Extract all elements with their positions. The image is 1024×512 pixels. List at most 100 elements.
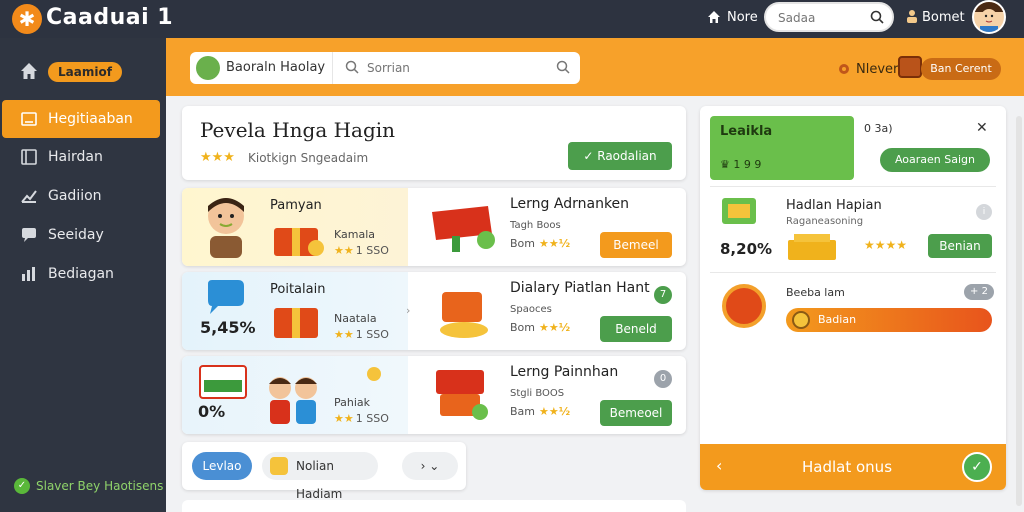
chevron-left-icon[interactable]: ‹ bbox=[716, 456, 722, 475]
user-menu-label[interactable]: Bomet bbox=[922, 10, 965, 25]
panel-item-progress[interactable]: Badian bbox=[786, 308, 992, 332]
search-submit-icon[interactable] bbox=[556, 60, 570, 74]
card-right-title: Lerng Painnhan bbox=[510, 364, 619, 380]
coin-icon bbox=[792, 311, 810, 329]
home-link[interactable]: Nore bbox=[727, 10, 758, 25]
sale-sign-icon bbox=[432, 206, 495, 252]
top-search-input[interactable] bbox=[778, 10, 868, 26]
avatar[interactable] bbox=[972, 0, 1006, 34]
card-left-title: Pamyan bbox=[270, 198, 322, 213]
check-icon[interactable]: ✓ bbox=[962, 452, 992, 482]
card-action-button[interactable]: Bemeel bbox=[600, 232, 672, 258]
panel-cta-button[interactable]: Aoaraen Saign bbox=[880, 148, 990, 172]
panel-footer-label: Hadlat onus bbox=[802, 458, 893, 476]
pager-first-button[interactable]: Levlao bbox=[192, 452, 252, 480]
card-right-title: Dialary Piatlan Hant bbox=[510, 280, 650, 296]
main-search-box[interactable] bbox=[332, 52, 580, 84]
pager-next-label: › bbox=[420, 459, 426, 473]
card-left-percent: 0% bbox=[198, 402, 226, 421]
hero-rating-stars: ★★★ bbox=[200, 150, 235, 165]
main-search-input[interactable] bbox=[367, 60, 537, 76]
chevron-down-icon: ⌄ bbox=[429, 459, 440, 473]
pager-middle-label: Nolian Hadiam bbox=[296, 459, 343, 501]
gold-bars-icon bbox=[788, 234, 836, 260]
pager-middle-button[interactable]: Nolian Hadiam bbox=[262, 452, 378, 501]
bars-icon bbox=[19, 264, 39, 284]
sidebar-item-label: Gadiion bbox=[48, 188, 102, 204]
count-badge: 7 bbox=[654, 286, 672, 304]
top-search-box[interactable] bbox=[764, 2, 894, 32]
panel-item-button[interactable]: Benian bbox=[928, 234, 992, 258]
card-left-subtitle: Pahiak bbox=[334, 396, 371, 409]
book-icon bbox=[19, 147, 39, 167]
scrollbar[interactable] bbox=[1016, 116, 1022, 506]
next-card-peek bbox=[182, 500, 686, 512]
crown-icon: ♛ bbox=[720, 158, 734, 171]
sidebar-item-gadiion[interactable]: Gadiion bbox=[0, 177, 166, 215]
ticket-icon bbox=[722, 198, 756, 224]
user-icon bbox=[907, 10, 917, 23]
top-bar: ✱ Caaduai 1 Nore Bomet bbox=[0, 0, 1024, 38]
app-logo-icon[interactable]: ✱ bbox=[12, 4, 42, 34]
stars: ★★ bbox=[334, 328, 354, 341]
hero-action-label: Raodalian bbox=[597, 149, 657, 163]
hero-action-button[interactable]: ✓ Raodalian bbox=[568, 142, 672, 170]
offer-card[interactable]: 0% Pahiak ★★ 1 SSO Lerng Painnhan Stgli B… bbox=[182, 356, 686, 434]
card-right-rating: Bom ★★½ bbox=[510, 321, 570, 334]
card-left-code: 1 SSO bbox=[355, 412, 389, 425]
pagination: Levlao Nolian Hadiam › ⌄ bbox=[182, 442, 466, 501]
card-action-button[interactable]: Bemeoel bbox=[600, 400, 672, 426]
chat-icon bbox=[19, 225, 39, 245]
sidebar-item-bediagan[interactable]: Bediagan bbox=[0, 255, 166, 293]
chart-icon bbox=[19, 186, 39, 206]
check-icon: ✓ bbox=[583, 149, 598, 163]
panel-item-percent: 8,20% bbox=[720, 240, 773, 258]
search-icon[interactable] bbox=[870, 10, 884, 24]
panel-item-rating: ★★★★ bbox=[864, 238, 908, 252]
divider bbox=[710, 272, 996, 273]
gear-icon bbox=[839, 64, 849, 74]
profile-selector[interactable]: Baoraln Haolay bbox=[190, 52, 334, 84]
card-action-button[interactable]: Beneld bbox=[600, 316, 672, 342]
profile-selector-label: Baoraln Haolay bbox=[226, 60, 326, 75]
card-right-rating: Bom ★★½ bbox=[510, 237, 570, 250]
kids-icon bbox=[269, 377, 317, 424]
never-link[interactable]: Nlever bbox=[856, 62, 898, 77]
sun-icon bbox=[367, 367, 381, 381]
ban-cerent-button[interactable]: Ban Cerent bbox=[921, 58, 1001, 80]
card-right-subtitle: Spaoces bbox=[510, 304, 552, 315]
panel-header-values: 1 9 9 bbox=[733, 158, 762, 171]
edit-icon bbox=[19, 109, 39, 129]
card-left-code: 1 SSO bbox=[355, 328, 389, 341]
offer-card[interactable]: 5,45% Poitalain Naatala ★★ 1 SSO › Dialar… bbox=[182, 272, 686, 350]
card-right-subtitle: Stgli BOOS bbox=[510, 388, 565, 399]
panel-footer: ‹ Hadlat onus ✓ bbox=[700, 444, 1006, 490]
gift-box-icon bbox=[274, 308, 318, 338]
panel-item-subtitle: Raganeasoning bbox=[786, 216, 864, 227]
panel-meta: 0 3a) bbox=[864, 122, 893, 135]
sidebar-item-hairdan[interactable]: Hairdan bbox=[0, 138, 166, 176]
offer-card[interactable]: Pamyan Kamala ★★ 1 SSO Lerng Adrnanken Ta… bbox=[182, 188, 686, 266]
right-panel: Leaikla ♛ 1 9 9 0 3a) ✕ Aoaraen Saign Ha… bbox=[700, 106, 1006, 490]
page-title: Pevela Hnga Hagin bbox=[200, 118, 396, 142]
pager-next-button[interactable]: › ⌄ bbox=[402, 452, 458, 480]
sidebar-pill[interactable]: Laamiof bbox=[48, 62, 122, 82]
stars: ★★½ bbox=[539, 405, 571, 418]
card-right-prefix: Bom bbox=[510, 237, 535, 250]
panel-item-title: Beeba lam bbox=[786, 286, 845, 299]
close-icon[interactable]: ✕ bbox=[976, 120, 988, 136]
chevron-right-icon[interactable]: › bbox=[406, 304, 410, 317]
hero-card: Pevela Hnga Hagin ★★★ Kiotkign Sngeadaim… bbox=[182, 106, 686, 180]
treasure-icon bbox=[440, 292, 488, 338]
sidebar-footer-link[interactable]: ✓ Slaver Bey Haotisens bbox=[14, 478, 163, 494]
info-icon[interactable]: i bbox=[976, 204, 992, 220]
sidebar-item-seeiday[interactable]: Seeiday bbox=[0, 216, 166, 254]
card-right-title: Lerng Adrnanken bbox=[510, 196, 630, 212]
panel-item-toggle[interactable]: + 2 bbox=[964, 284, 994, 300]
sidebar-item-label: Seeiday bbox=[48, 227, 104, 243]
sidebar: Laamiof Hegitiaaban Hairdan Gadiion Seei… bbox=[0, 38, 166, 512]
sidebar-item-active[interactable]: Hegitiaaban bbox=[2, 100, 160, 138]
panel-header-title: Leaikla bbox=[720, 124, 773, 139]
mini-avatar bbox=[196, 56, 220, 80]
home-icon[interactable] bbox=[706, 9, 722, 25]
